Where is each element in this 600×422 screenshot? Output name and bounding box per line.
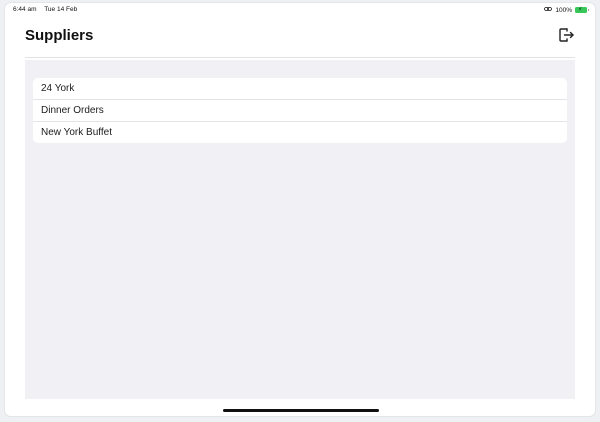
app-window: 6:44 am Tue 14 Feb 100% ⚡ Suppliers 24 Y…	[5, 3, 595, 416]
supplier-item-24-york[interactable]: 24 York	[33, 78, 567, 100]
status-date: Tue 14 Feb	[44, 6, 78, 13]
page-title: Suppliers	[25, 27, 94, 44]
logout-icon	[559, 28, 574, 42]
battery-percent: 100%	[555, 6, 572, 14]
logout-button[interactable]	[557, 26, 575, 44]
status-bar: 6:44 am Tue 14 Feb 100% ⚡	[5, 3, 595, 17]
supplier-item-dinner-orders[interactable]: Dinner Orders	[33, 100, 567, 122]
status-time: 6:44 am	[13, 6, 37, 13]
battery-icon: ⚡	[575, 7, 589, 13]
header: Suppliers	[25, 17, 575, 58]
supplier-list-area: 24 York Dinner Orders New York Buffet	[25, 60, 575, 399]
home-indicator	[223, 409, 379, 412]
status-right: 100% ⚡	[544, 6, 589, 14]
charging-bolt-icon: ⚡	[578, 7, 583, 13]
link-icon	[544, 6, 553, 14]
supplier-item-new-york-buffet[interactable]: New York Buffet	[33, 122, 567, 143]
supplier-list: 24 York Dinner Orders New York Buffet	[33, 78, 567, 143]
status-left: 6:44 am Tue 14 Feb	[13, 6, 83, 13]
